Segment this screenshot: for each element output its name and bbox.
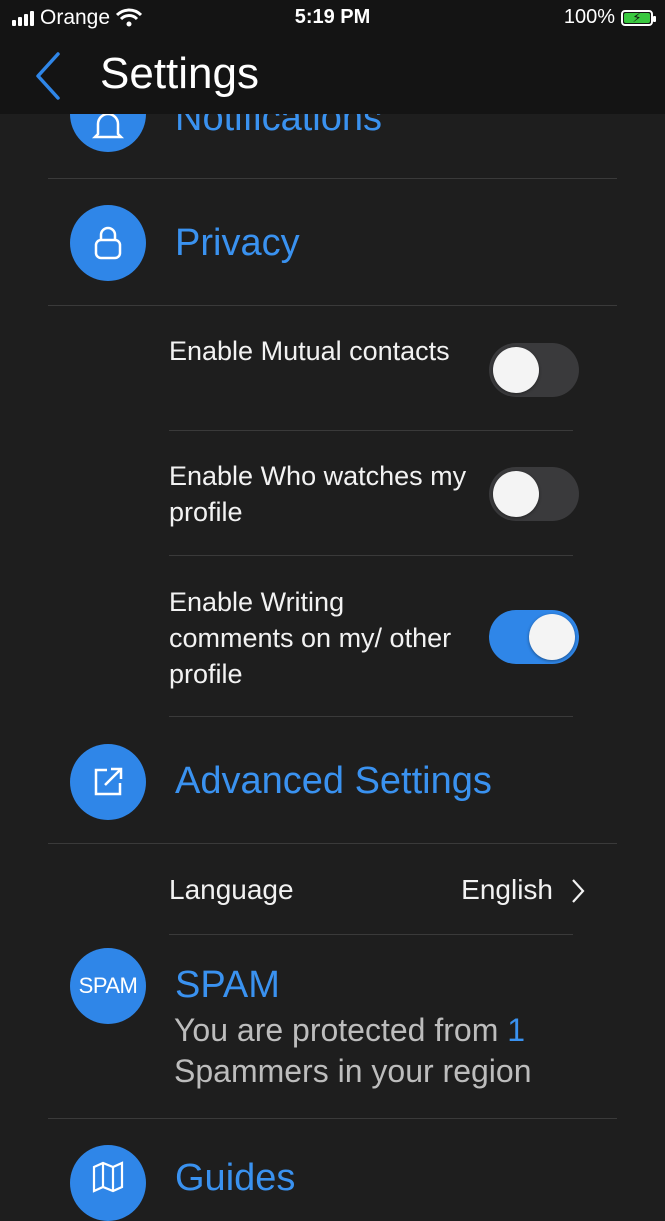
spam-badge: SPAM — [78, 973, 138, 998]
navigation-bar: Settings — [0, 36, 665, 114]
writing-comments-toggle[interactable] — [489, 610, 579, 664]
advanced-settings-title: Advanced Settings — [175, 760, 492, 802]
divider — [48, 305, 617, 306]
back-chevron-icon[interactable] — [28, 48, 68, 104]
spam-icon-circle: SPAM — [70, 948, 146, 1024]
spam-count: 1 — [507, 1012, 526, 1048]
mutual-contacts-toggle[interactable] — [489, 343, 579, 397]
map-icon — [92, 1161, 124, 1193]
spam-desc-suffix: Spammers in your region — [174, 1053, 532, 1089]
privacy-icon-circle — [70, 205, 146, 281]
spam-desc-prefix: You are protected from — [174, 1012, 499, 1048]
chevron-right-icon — [572, 879, 585, 903]
lock-icon — [94, 226, 122, 260]
advanced-icon-circle — [70, 744, 146, 820]
spam-title: SPAM — [175, 964, 280, 1006]
battery-icon: ⚡ — [621, 9, 656, 26]
writing-comments-label: Enable Writing comments on my/ other pro… — [169, 587, 452, 689]
spam-description: You are protected from 1 Spammers in you… — [174, 1010, 614, 1092]
who-watches-toggle[interactable] — [489, 467, 579, 521]
status-bar: Orange 5:19 PM 100% ⚡ — [0, 0, 665, 36]
external-link-icon — [94, 767, 123, 796]
divider — [48, 178, 617, 179]
mutual-contacts-label: Enable Mutual contacts — [169, 336, 450, 366]
divider — [169, 430, 573, 431]
divider — [169, 716, 573, 717]
divider — [169, 934, 573, 935]
privacy-title: Privacy — [175, 222, 300, 264]
divider — [169, 555, 573, 556]
page-title: Settings — [100, 49, 259, 98]
language-label: Language — [169, 874, 294, 905]
guides-icon-circle — [70, 1145, 146, 1221]
battery-percent: 100% — [563, 6, 615, 28]
settings-list[interactable]: Notifications Privacy Enable Mutual cont… — [0, 0, 665, 1221]
language-value: English — [461, 874, 553, 905]
charging-bolt-icon: ⚡ — [632, 9, 642, 25]
status-right: 100% ⚡ — [563, 6, 656, 29]
guides-title: Guides — [175, 1157, 296, 1199]
divider — [48, 843, 617, 844]
divider — [48, 1118, 617, 1119]
who-watches-label: Enable Who watches my profile — [169, 461, 467, 527]
